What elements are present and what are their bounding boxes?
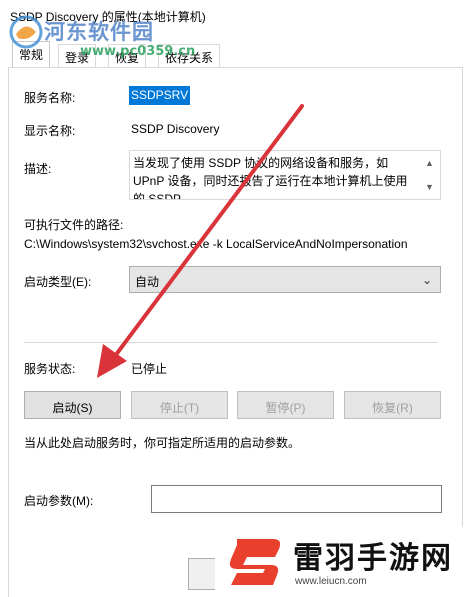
scroll-up-icon[interactable]: ▲ bbox=[425, 154, 434, 172]
service-status-label: 服务状态: bbox=[24, 362, 76, 376]
top-watermark: 河东软件园 www.pc0359.cn bbox=[0, 14, 230, 70]
startup-type-select[interactable]: 自动 ⌄ bbox=[129, 266, 441, 293]
watermark-site-url: www.pc0359.cn bbox=[80, 44, 196, 59]
startup-type-value: 自动 bbox=[135, 275, 160, 289]
general-panel bbox=[8, 68, 463, 597]
startup-type-label: 启动类型(E): bbox=[24, 275, 92, 289]
stop-button[interactable]: 停止(T) bbox=[131, 391, 228, 419]
pause-button[interactable]: 暂停(P) bbox=[237, 391, 334, 419]
scroll-down-icon[interactable]: ▼ bbox=[425, 178, 434, 196]
bottom-watermark: 雷羽手游网 www.leiucn.com bbox=[215, 527, 471, 597]
service-name-value[interactable]: SSDPSRV bbox=[129, 86, 191, 105]
display-name-label: 显示名称: bbox=[24, 124, 76, 138]
watermark-site-name: 河东软件园 bbox=[44, 19, 154, 44]
service-name-label: 服务名称: bbox=[24, 91, 76, 105]
resume-button[interactable]: 恢复(R) bbox=[344, 391, 441, 419]
leiyu-logo-icon bbox=[229, 539, 281, 585]
exe-path-value: C:\Windows\system32\svchost.exe -k Local… bbox=[24, 237, 408, 251]
service-status-value: 已停止 bbox=[131, 362, 168, 376]
description-scrollbar[interactable]: ▲ ▼ bbox=[422, 152, 439, 198]
watermark-brand-url: www.leiucn.com bbox=[295, 576, 367, 587]
divider bbox=[24, 342, 438, 343]
exe-path-label: 可执行文件的路径: bbox=[24, 218, 124, 232]
description-box[interactable]: 当发现了使用 SSDP 协议的网络设备和服务，如 UPnP 设备，同时还报告了运… bbox=[129, 150, 441, 200]
start-params-label: 启动参数(M): bbox=[24, 494, 94, 508]
chevron-down-icon: ⌄ bbox=[421, 273, 432, 287]
description-label: 描述: bbox=[24, 162, 52, 176]
description-text: 当发现了使用 SSDP 协议的网络设备和服务，如 UPnP 设备，同时还报告了运… bbox=[133, 156, 408, 200]
start-button[interactable]: 启动(S) bbox=[24, 391, 121, 419]
start-params-input[interactable] bbox=[151, 485, 442, 513]
start-params-hint: 当从此处启动服务时，你可指定所适用的启动参数。 bbox=[24, 436, 301, 450]
watermark-brand-name: 雷羽手游网 bbox=[293, 541, 453, 576]
watermark-logo-icon bbox=[9, 15, 43, 49]
display-name-value: SSDP Discovery bbox=[131, 122, 220, 136]
